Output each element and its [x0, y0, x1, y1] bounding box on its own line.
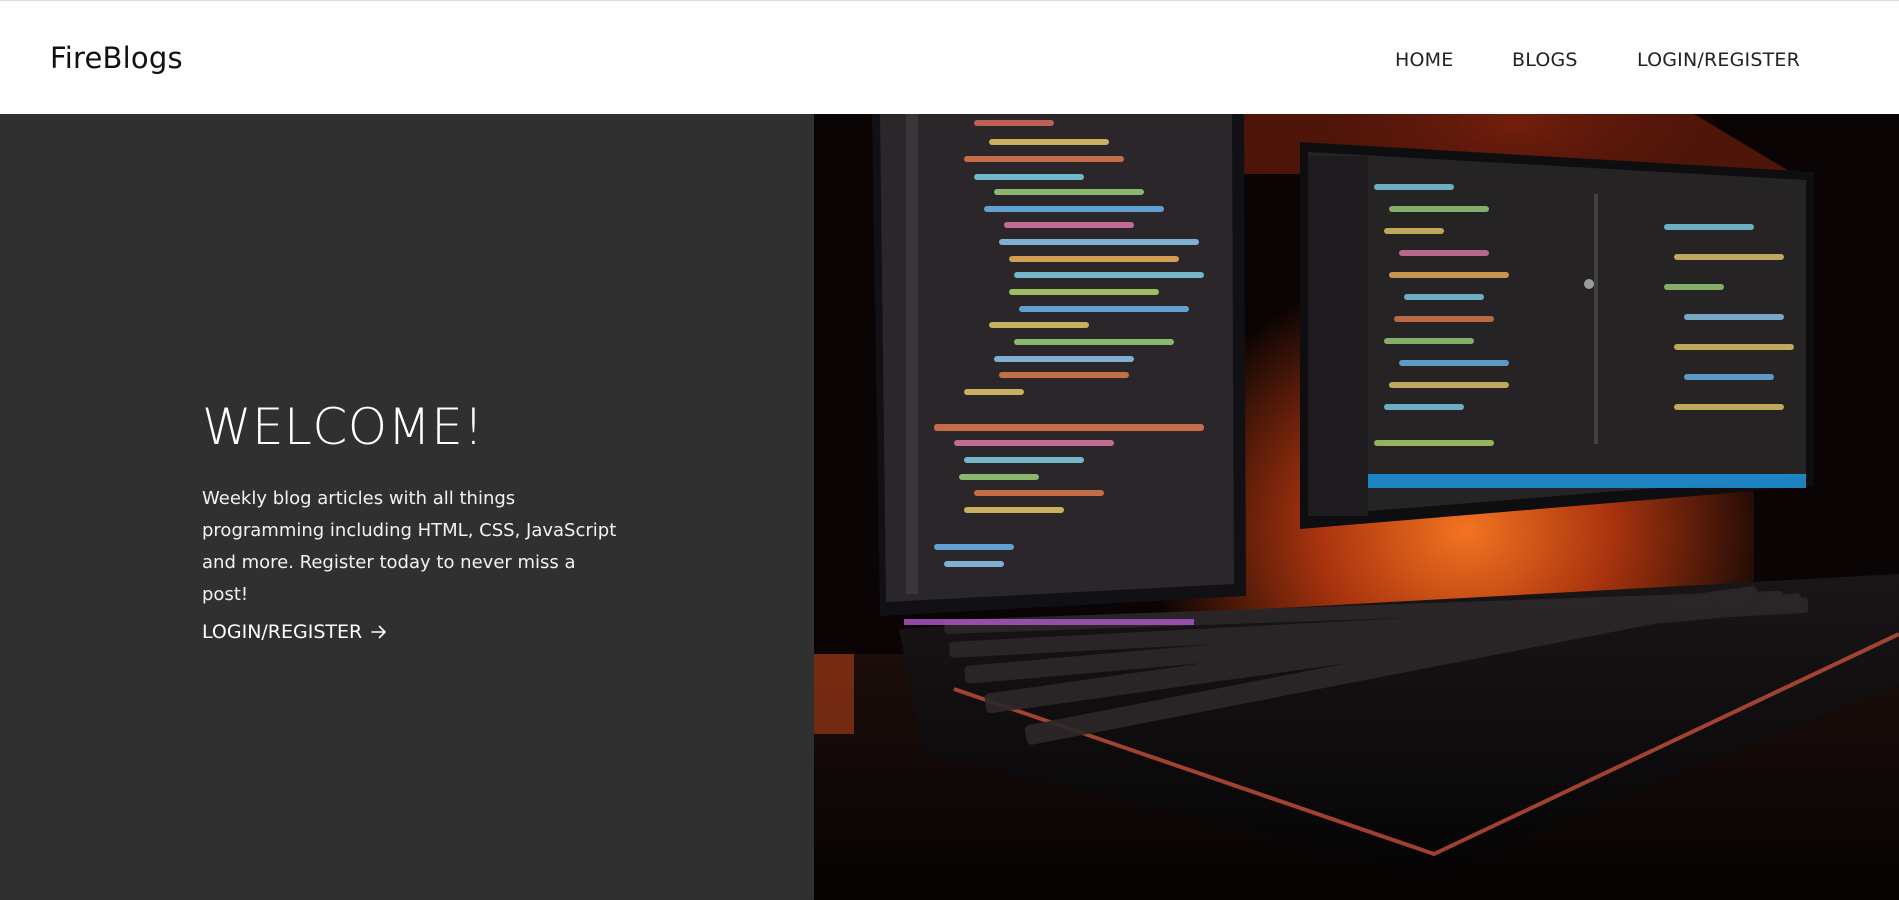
monitors-keyboard-photo — [814, 114, 1899, 900]
hero-image — [814, 114, 1899, 900]
hero-title: WELCOME! — [202, 398, 484, 456]
site-logo[interactable]: FireBlogs — [50, 41, 183, 75]
hero-text-panel: WELCOME! Weekly blog articles with all t… — [0, 114, 814, 900]
nav-login-register-link[interactable]: LOGIN/REGISTER — [1637, 49, 1800, 71]
nav-blogs-link[interactable]: BLOGS — [1512, 49, 1578, 71]
hero-login-register-link[interactable]: LOGIN/REGISTER — [202, 621, 388, 643]
nav-home-link[interactable]: HOME — [1395, 49, 1453, 71]
hero-description: Weekly blog articles with all things pro… — [202, 488, 617, 605]
hero-cta-label: LOGIN/REGISTER — [202, 621, 363, 643]
site-header: FireBlogs HOME BLOGS LOGIN/REGISTER — [0, 1, 1899, 114]
arrow-right-icon — [371, 625, 387, 639]
